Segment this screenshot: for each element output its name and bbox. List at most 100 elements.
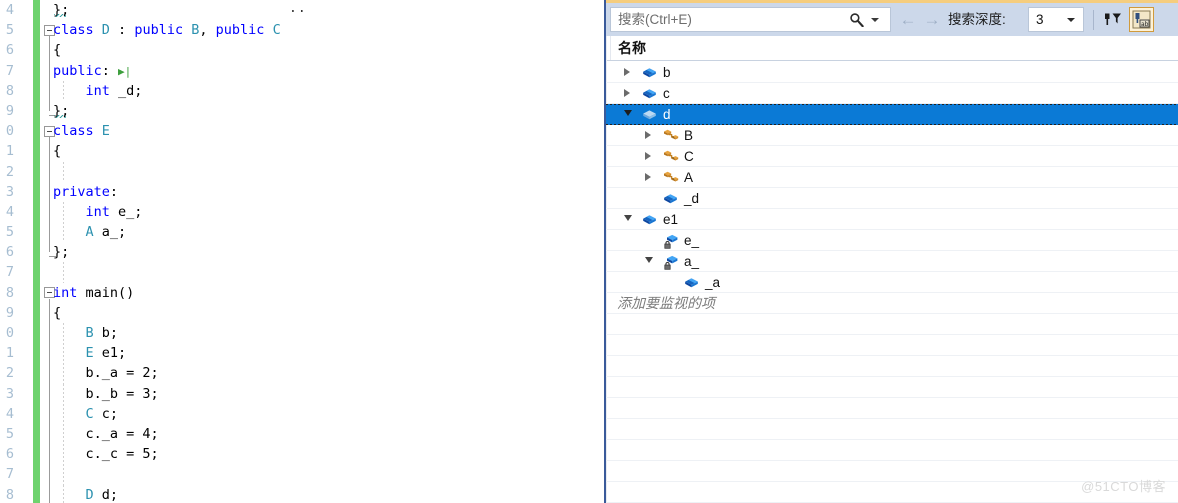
watch-tree-row[interactable]: b [606, 62, 1178, 83]
code-line[interactable]: 1{ [0, 141, 603, 162]
code-line[interactable]: 4}; [0, 0, 603, 21]
watch-tree-row[interactable]: _d [606, 188, 1178, 209]
code-line[interactable]: 5 c._a = 4; [0, 423, 603, 445]
watch-tree-row[interactable]: C [606, 146, 1178, 167]
watch-tree-row[interactable]: e_ [606, 230, 1178, 251]
watch-tree-row[interactable]: A [606, 167, 1178, 188]
code-line[interactable]: 9{ [0, 302, 603, 323]
chevron-down-icon[interactable] [1067, 18, 1075, 22]
line-number: 0 [5, 325, 14, 341]
search-input[interactable]: 搜索(Ctrl+E) [610, 7, 891, 32]
code-line[interactable]: 8 int main() [0, 282, 603, 303]
change-bar [33, 423, 40, 445]
code-line[interactable]: 9}; [0, 100, 603, 122]
expander-collapse-icon[interactable] [645, 257, 653, 263]
code-text: D d; [85, 486, 119, 503]
private-member-icon [663, 234, 678, 249]
watch-tree-row[interactable]: B [606, 125, 1178, 146]
code-line[interactable]: 0 B b; [0, 323, 603, 344]
change-bar [33, 262, 40, 283]
code-text: int main() [53, 284, 135, 301]
watch-toolbar: 搜索(Ctrl+E) ← → 搜索深度: 3 ab [606, 3, 1178, 36]
code-text: }; [53, 2, 70, 18]
line-number: 2 [5, 365, 14, 382]
search-depth-select[interactable]: 3 [1028, 7, 1084, 32]
code-line[interactable]: 1 E e1; [0, 343, 603, 364]
code-line[interactable]: 6}; [0, 242, 603, 263]
change-bar [33, 141, 40, 162]
watch-tree-row[interactable]: a_ [606, 251, 1178, 272]
watch-tree-empty-row [606, 440, 1178, 461]
change-bar [33, 403, 40, 424]
object-box-icon [642, 213, 657, 226]
code-line[interactable]: 7 [0, 464, 603, 485]
nav-forward-button[interactable]: → [922, 10, 942, 29]
expander-collapse-icon[interactable] [624, 215, 632, 221]
code-line[interactable]: 4 int e_; [0, 201, 603, 223]
change-bar [33, 484, 40, 503]
expander-expand-icon[interactable] [645, 131, 651, 139]
base-class-icon [663, 171, 679, 184]
code-text: }; [53, 102, 70, 119]
code-line[interactable]: 2 [0, 161, 603, 182]
change-bar [33, 444, 40, 465]
search-options-caret[interactable] [871, 18, 879, 22]
code-line[interactable]: 3 b._b = 3; [0, 383, 603, 404]
line-number: 6 [5, 42, 14, 59]
line-number: 8 [5, 284, 14, 301]
tree-column-header[interactable]: 名称 [606, 36, 1178, 61]
expander-expand-icon[interactable] [645, 173, 651, 181]
app-root: .. 4}; 5 class D : public B, public C 6{7 pu… [0, 0, 1178, 503]
code-line[interactable]: 5 A a_; [0, 222, 603, 243]
watch-tree-row[interactable]: c [606, 83, 1178, 104]
object-box-icon [684, 276, 699, 289]
line-number: 4 [5, 2, 14, 18]
line-number: 7 [5, 466, 14, 483]
code-line[interactable]: 3 private: [0, 181, 603, 202]
change-bar [33, 242, 40, 263]
code-line[interactable]: 2 b._a = 2; [0, 363, 603, 384]
watch-tree[interactable]: b c d B C A _d e1 e_ a_ _a 添加要监视的项 [606, 62, 1178, 503]
watch-row-label: b [663, 65, 671, 80]
code-line[interactable]: 8 int _d; [0, 80, 603, 101]
code-text: class E [53, 123, 110, 140]
change-bar [33, 40, 40, 61]
change-bar [33, 0, 40, 21]
toolbar-separator [1093, 10, 1094, 30]
watch-tree-row[interactable]: _a [606, 272, 1178, 293]
change-bar [33, 222, 40, 243]
expander-expand-icon[interactable] [624, 89, 630, 97]
code-line[interactable]: 6 c._c = 5; [0, 444, 603, 465]
code-line[interactable]: 0 class E [0, 121, 603, 142]
add-watch-row[interactable]: 添加要监视的项 [606, 293, 1178, 314]
expander-expand-icon[interactable] [645, 152, 651, 160]
watch-row-label: a_ [684, 254, 700, 269]
expander-collapse-icon[interactable] [624, 110, 632, 116]
change-bar [33, 323, 40, 344]
code-line[interactable]: 8 D d; [0, 484, 603, 503]
pin-filter-button[interactable] [1100, 7, 1125, 32]
base-class-icon [663, 150, 679, 163]
line-number: 5 [5, 425, 14, 442]
code-line[interactable]: 5 class D : public B, public C [0, 20, 603, 41]
code-line[interactable]: 7 public: ▶| [0, 60, 603, 81]
object-box-icon [642, 87, 657, 100]
base-class-icon [663, 129, 679, 142]
code-text: b._a = 2; [53, 365, 159, 382]
code-text: class D : public B, public C [53, 22, 281, 39]
line-number: 7 [5, 264, 14, 281]
code-editor[interactable]: .. 4}; 5 class D : public B, public C 6{7 pu… [0, 0, 603, 503]
watch-tree-row[interactable]: e1 [606, 209, 1178, 230]
code-line[interactable]: 7 [0, 262, 603, 283]
hex-display-toggle-button[interactable]: ab [1129, 7, 1154, 32]
private-member-icon [663, 255, 678, 270]
change-bar [33, 60, 40, 81]
code-line[interactable]: 6{ [0, 40, 603, 61]
line-number: 1 [5, 345, 14, 362]
expander-expand-icon[interactable] [624, 68, 630, 76]
line-number: 8 [5, 82, 14, 99]
line-number: 6 [5, 446, 14, 463]
watch-tree-row[interactable]: d [606, 104, 1178, 125]
code-line[interactable]: 4 C c; [0, 403, 603, 424]
nav-back-button[interactable]: ← [898, 10, 918, 29]
